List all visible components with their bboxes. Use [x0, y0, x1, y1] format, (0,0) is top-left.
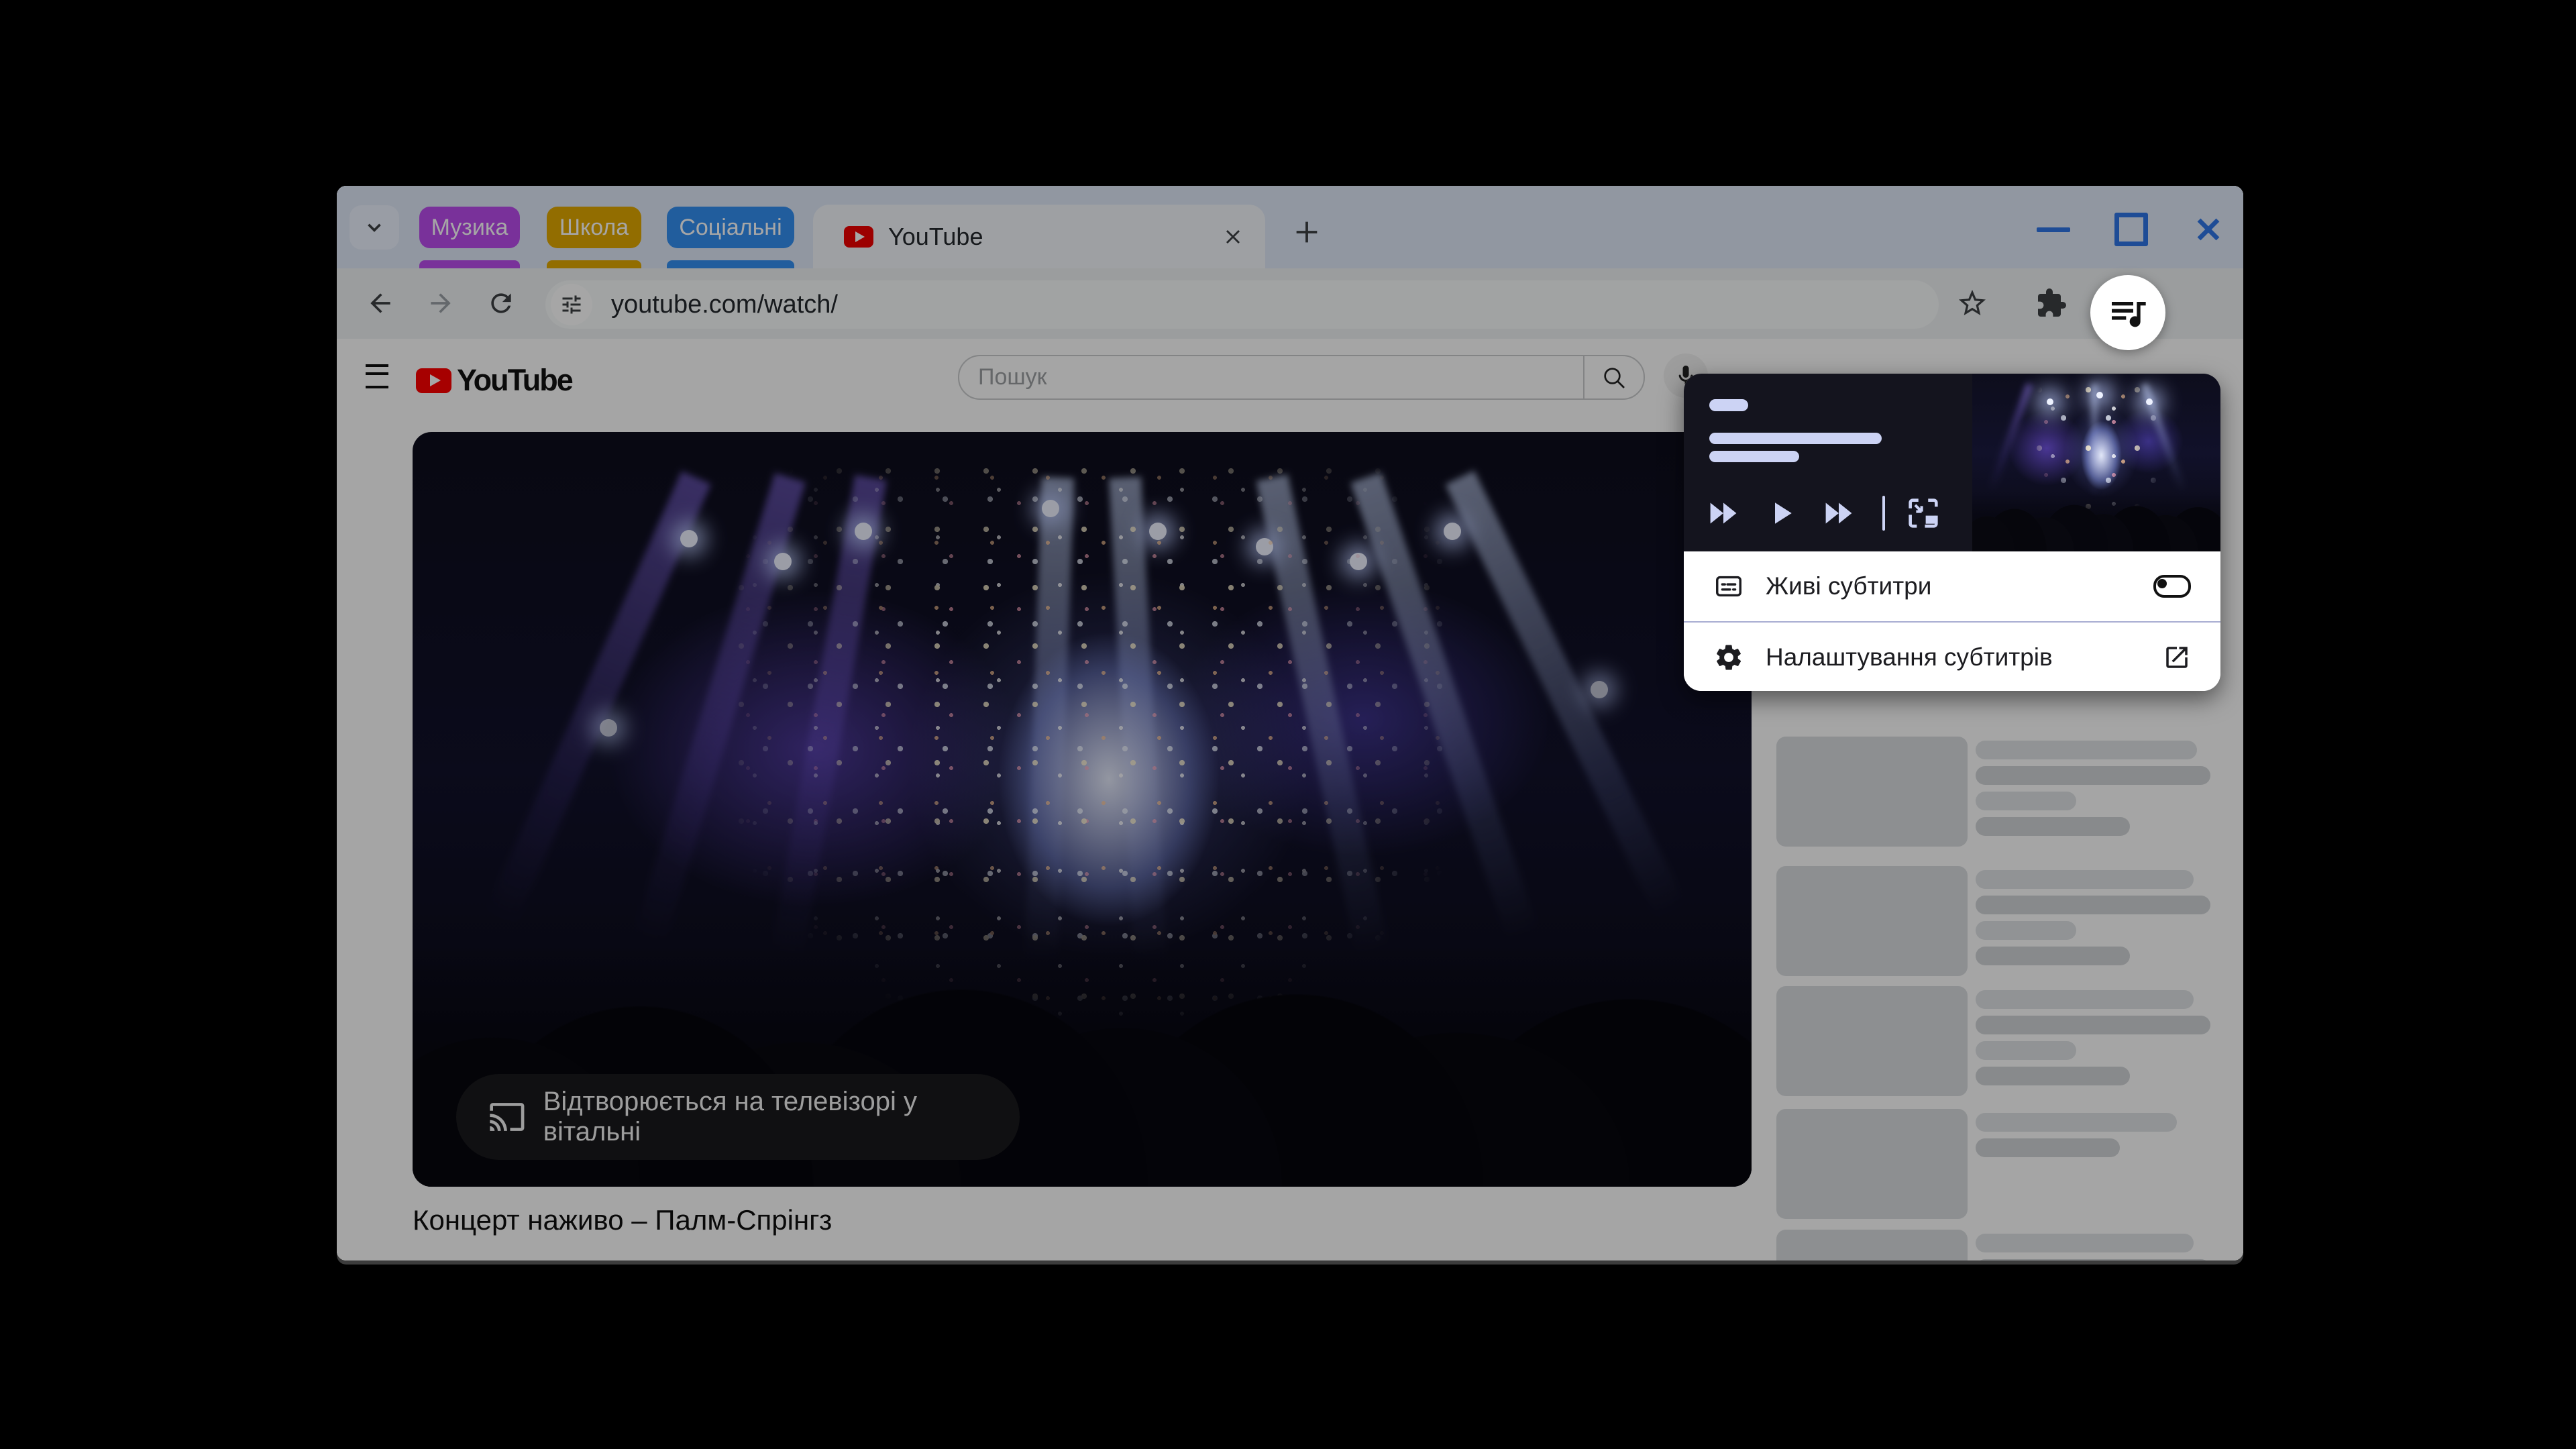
open-in-new-icon [2163, 643, 2191, 672]
media-session-card [1684, 374, 2220, 551]
caption-settings-row[interactable]: Налаштування субтитрів [1684, 623, 2220, 691]
media-title-skeleton-bar [1709, 433, 1882, 444]
gear-icon [1713, 642, 1744, 673]
queue-music-icon [2106, 291, 2149, 334]
screen: Музика Школа Соціальні YouTube [0, 0, 2576, 1449]
media-thumbnail [1972, 374, 2220, 551]
media-title-skeleton-bar [1709, 451, 1799, 462]
controls-divider [1882, 496, 1885, 531]
dim-overlay [337, 186, 2243, 1260]
previous-track-icon[interactable] [1703, 492, 1744, 534]
live-captions-toggle[interactable] [2153, 575, 2191, 598]
play-icon[interactable] [1763, 495, 1799, 531]
browser-window: Музика Школа Соціальні YouTube [337, 186, 2243, 1260]
live-captions-row[interactable]: Живі субтитри [1684, 551, 2220, 621]
picture-in-picture-icon[interactable] [1904, 494, 1943, 533]
media-controls-button[interactable] [2090, 275, 2165, 350]
media-controls-popup: Живі субтитри Налаштування субтитрів [1684, 374, 2220, 691]
captions-icon [1713, 571, 1744, 602]
caption-settings-label: Налаштування субтитрів [1766, 643, 2053, 672]
media-title-skeleton-bar [1709, 399, 1748, 411]
next-track-icon[interactable] [1818, 492, 1860, 534]
live-captions-label: Живі субтитри [1766, 572, 1931, 600]
